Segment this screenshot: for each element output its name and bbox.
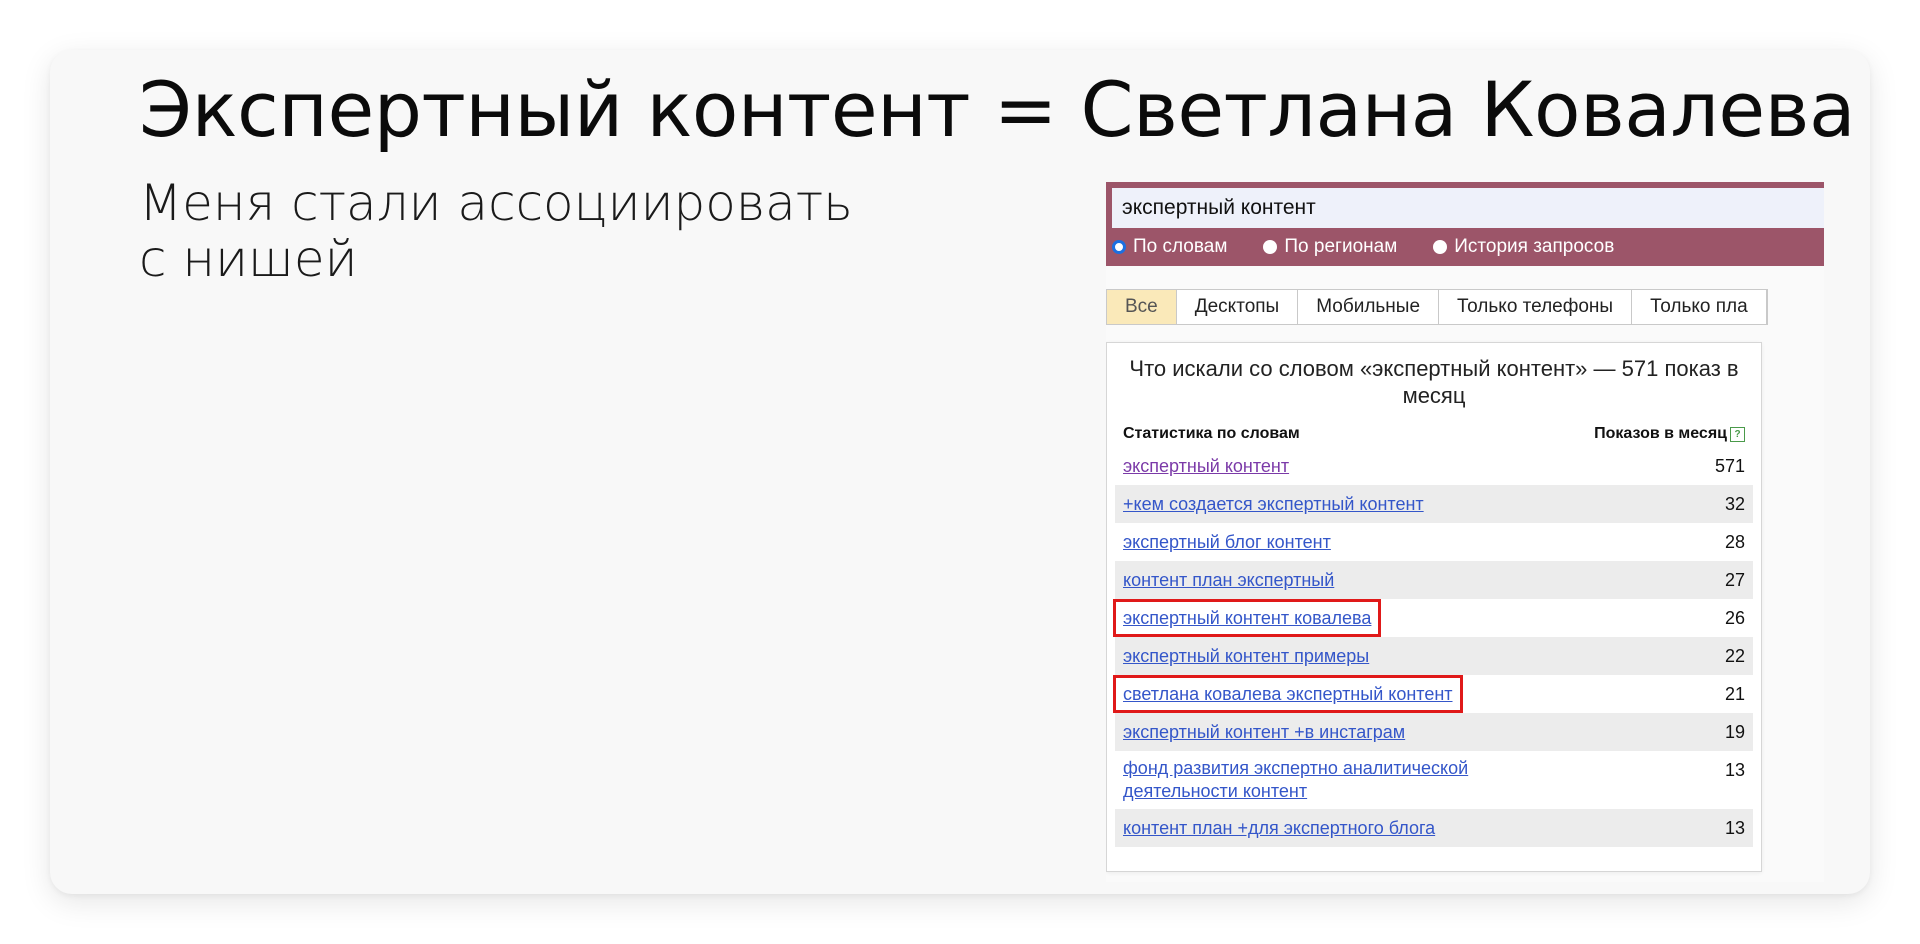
radio-by-words[interactable]: По словам — [1112, 236, 1227, 258]
radio-unselected-icon — [1263, 240, 1278, 254]
impressions-count: 21 — [1724, 684, 1745, 704]
help-icon[interactable]: ? — [1730, 426, 1745, 442]
keyword-link[interactable]: +кем создается экспертный контент — [1123, 485, 1424, 523]
radio-by-regions[interactable]: По регионам — [1263, 236, 1397, 258]
table-row: +кем создается экспертный контент 32 — [1115, 485, 1753, 523]
slide-title: Экспертный контент = Светлана Ковалева — [139, 65, 1856, 154]
stats-heading: Что искали со словом «экспертный контент… — [1129, 356, 1739, 408]
search-input[interactable]: экспертный контент — [1112, 188, 1824, 228]
keyword-link[interactable]: экспертный контент +в инстаграм — [1123, 713, 1405, 751]
search-mode-radios: По словам По регионам История запросов — [1112, 232, 1650, 262]
radio-history[interactable]: История запросов — [1433, 236, 1614, 258]
impressions-count: 26 — [1724, 608, 1745, 628]
impressions-count: 32 — [1724, 494, 1745, 514]
impressions-count: 27 — [1724, 570, 1745, 590]
impressions-count: 13 — [1724, 760, 1745, 780]
wordstat-screenshot: экспертный контент По словам По регионам… — [1106, 182, 1824, 882]
word-stats-panel: Что искали со словом «экспертный контент… — [1106, 342, 1762, 872]
impressions-count: 571 — [1714, 456, 1745, 476]
keyword-link[interactable]: светлана ковалева экспертный контент — [1123, 675, 1453, 713]
radio-selected-icon — [1112, 240, 1126, 254]
keyword-link[interactable]: экспертный блог контент — [1123, 523, 1331, 561]
keyword-link[interactable]: экспертный контент — [1123, 447, 1289, 485]
search-bar: экспертный контент По словам По регионам… — [1106, 182, 1824, 266]
column-header-keywords: Статистика по словам — [1123, 425, 1300, 442]
stats-rows: экспертный контент 571 +кем создается эксп… — [1113, 447, 1753, 847]
impressions-count: 13 — [1724, 818, 1745, 838]
device-tabs: Все Десктопы Мобильные Только телефоны Т… — [1106, 289, 1768, 325]
keyword-link[interactable]: контент план экспертный — [1123, 561, 1334, 599]
keyword-link[interactable]: фонд развития экспертно аналитической де… — [1123, 751, 1523, 809]
impressions-count: 19 — [1724, 722, 1745, 742]
tab-desktops[interactable]: Десктопы — [1176, 290, 1299, 324]
table-row: экспертный блог контент 28 — [1115, 523, 1753, 561]
table-row: светлана ковалева экспертный контент 21 — [1113, 675, 1753, 713]
table-row: экспертный контент 571 — [1115, 447, 1753, 485]
keyword-link[interactable]: экспертный контент примеры — [1123, 637, 1369, 675]
table-row: контент план экспертный 27 — [1115, 561, 1753, 599]
tab-phones-only[interactable]: Только телефоны — [1439, 290, 1633, 324]
tab-tablets-only[interactable]: Только пла — [1632, 290, 1767, 324]
radio-unselected-icon — [1433, 240, 1448, 254]
table-row: экспертный контент ковалева 26 — [1113, 599, 1753, 637]
table-row: контент план +для экспертного блога 13 — [1115, 809, 1753, 847]
radio-label: По регионам — [1284, 236, 1398, 257]
tab-all[interactable]: Все — [1107, 290, 1177, 324]
column-header-impressions: Показов в месяц ? — [1594, 425, 1745, 443]
slide-subtitle: Меня стали ассоциировать с нишей — [139, 175, 899, 287]
table-row: экспертный контент примеры 22 — [1115, 637, 1753, 675]
keyword-link[interactable]: экспертный контент ковалева — [1123, 599, 1371, 637]
keyword-link[interactable]: контент план +для экспертного блога — [1123, 809, 1435, 847]
radio-label: По словам — [1133, 236, 1228, 257]
slide-card: Экспертный контент = Светлана Ковалева М… — [50, 50, 1870, 894]
impressions-count: 22 — [1724, 646, 1745, 666]
column-header-label: Показов в месяц — [1594, 425, 1727, 442]
table-row: экспертный контент +в инстаграм 19 — [1115, 713, 1753, 751]
subtitle-line: Меня стали ассоциировать — [139, 174, 853, 232]
tab-mobile[interactable]: Мобильные — [1298, 290, 1440, 324]
subtitle-line: с нишей — [139, 230, 358, 288]
impressions-count: 28 — [1724, 532, 1745, 552]
radio-label: История запросов — [1454, 236, 1615, 257]
table-row: фонд развития экспертно аналитической де… — [1115, 751, 1753, 809]
